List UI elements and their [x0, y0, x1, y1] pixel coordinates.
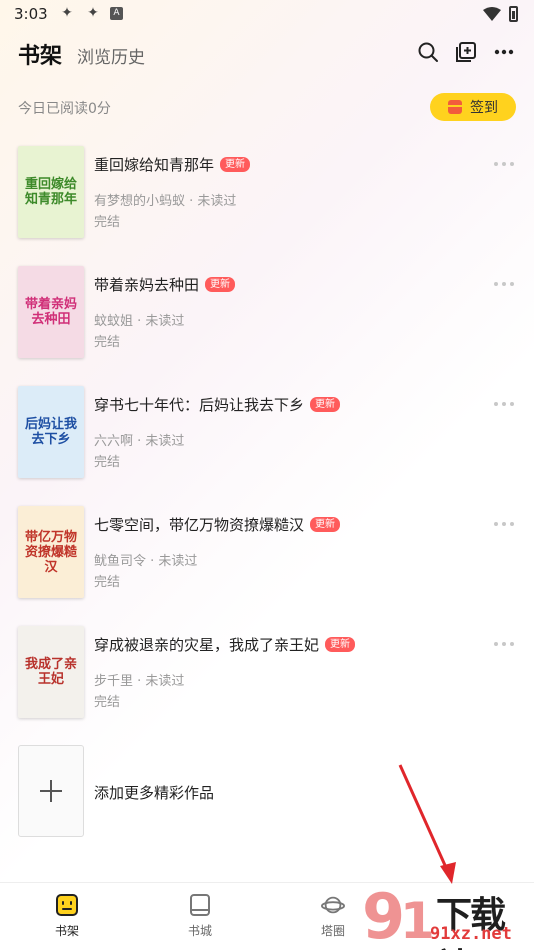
book-meta: 步千里 · 未读过	[94, 674, 185, 689]
planet-icon	[321, 893, 345, 917]
book-status: 完结	[94, 695, 121, 710]
app-icon-2: ✦	[87, 5, 99, 21]
watermark-url: 91xz.net	[430, 924, 512, 944]
wifi-icon	[483, 7, 501, 21]
list-item[interactable]: 后妈让我去下乡 穿书七十年代：后妈让我去下乡 更新 六六啊 · 未读过 完结	[0, 380, 534, 490]
update-badge: 更新	[220, 157, 251, 172]
book-title: 穿成被退亲的灾星，我成了亲王妃	[94, 636, 320, 654]
header: 书架 浏览历史	[0, 34, 534, 74]
cover-title: 带亿万物资撩爆糙汉	[24, 529, 77, 575]
update-badge: 更新	[310, 397, 341, 412]
nav-label: 书城	[187, 924, 212, 938]
signin-label: 签到	[470, 100, 498, 116]
book-title-row: 重回嫁给知青那年 更新	[94, 154, 251, 175]
update-badge: 更新	[205, 277, 236, 292]
status-bar: 3:03 ✦ ✦ A	[0, 0, 534, 28]
nav-label: 书架	[54, 924, 79, 938]
status-left-icons: ✦ ✦ A	[58, 5, 123, 21]
bookshelf-icon	[55, 893, 79, 917]
book-status: 完结	[94, 215, 121, 230]
book-meta: 鱿鱼司令 · 未读过	[94, 554, 198, 569]
book-title-row: 带着亲妈去种田 更新	[94, 274, 236, 295]
list-item[interactable]: 重回嫁给知青那年 重回嫁给知青那年 更新 有梦想的小蚂蚁 · 未读过 完结	[0, 140, 534, 250]
manage-icon[interactable]	[454, 40, 478, 64]
book-status: 完结	[94, 335, 121, 350]
cover-title: 带着亲妈去种田	[24, 297, 77, 327]
book-cover[interactable]: 我成了亲王妃	[18, 626, 84, 718]
cover-title: 重回嫁给知青那年	[24, 177, 77, 207]
status-time: 3:03	[14, 5, 48, 23]
more-icon[interactable]	[494, 642, 514, 648]
more-icon[interactable]	[494, 402, 514, 408]
nav-community[interactable]: 塔圈	[303, 893, 363, 939]
book-status: 完结	[94, 575, 121, 590]
signin-button[interactable]: 签到	[430, 93, 516, 121]
list-item[interactable]: 带亿万物资撩爆糙汉 七零空间，带亿万物资撩爆糙汉 更新 鱿鱼司令 · 未读过 完结	[0, 500, 534, 610]
cover-title: 我成了亲王妃	[24, 657, 77, 687]
cover-title: 后妈让我去下乡	[24, 417, 77, 447]
app-icon-1: ✦	[61, 5, 73, 21]
book-title-row: 穿书七十年代：后妈让我去下乡 更新	[94, 394, 341, 415]
plus-icon	[40, 780, 62, 802]
book-cover[interactable]: 带亿万物资撩爆糙汉	[18, 506, 84, 598]
update-badge: 更新	[310, 517, 341, 532]
status-right-icons	[483, 6, 518, 22]
book-cover[interactable]: 带着亲妈去种田	[18, 266, 84, 358]
book-meta: 有梦想的小蚂蚁 · 未读过	[94, 194, 237, 209]
book-title-row: 七零空间，带亿万物资撩爆糙汉 更新	[94, 514, 341, 535]
add-more-label[interactable]: 添加更多精彩作品	[94, 782, 214, 803]
nav-bookshelf[interactable]: 书架	[37, 893, 97, 939]
add-book-button[interactable]	[18, 745, 84, 837]
book-cover[interactable]: 后妈让我去下乡	[18, 386, 84, 478]
search-icon[interactable]	[416, 40, 440, 64]
book-meta: 六六啊 · 未读过	[94, 434, 185, 449]
nav-bookstore[interactable]: 书城	[170, 893, 230, 939]
book-title: 七零空间，带亿万物资撩爆糙汉	[94, 516, 305, 534]
nav-label: 塔圈	[320, 924, 345, 938]
header-actions	[416, 40, 516, 64]
book-icon	[188, 893, 212, 917]
list-item[interactable]: 带着亲妈去种田 带着亲妈去种田 更新 蚊蚊姐 · 未读过 完结	[0, 260, 534, 370]
more-menu-icon[interactable]	[492, 40, 516, 64]
book-title: 带着亲妈去种田	[94, 276, 200, 294]
update-badge: 更新	[325, 637, 356, 652]
tab-browse-history[interactable]: 浏览历史	[77, 43, 145, 68]
book-title-row: 穿成被退亲的灾星，我成了亲王妃 更新	[94, 634, 356, 655]
book-cover[interactable]: 重回嫁给知青那年	[18, 146, 84, 238]
gift-icon	[448, 100, 462, 114]
more-icon[interactable]	[494, 282, 514, 288]
a-icon: A	[110, 6, 123, 20]
tab-bookshelf[interactable]: 书架	[18, 38, 62, 70]
battery-icon	[509, 6, 518, 22]
book-meta: 蚊蚊姐 · 未读过	[94, 314, 185, 329]
book-status: 完结	[94, 455, 121, 470]
list-item[interactable]: 我成了亲王妃 穿成被退亲的灾星，我成了亲王妃 更新 步千里 · 未读过 完结	[0, 620, 534, 730]
more-icon[interactable]	[494, 162, 514, 168]
more-icon[interactable]	[494, 522, 514, 528]
svg-text:9: 9	[362, 880, 405, 950]
book-title: 重回嫁给知青那年	[94, 156, 215, 174]
today-reading-time: 今日已阅读0分	[18, 101, 111, 117]
book-title: 穿书七十年代：后妈让我去下乡	[94, 396, 305, 414]
